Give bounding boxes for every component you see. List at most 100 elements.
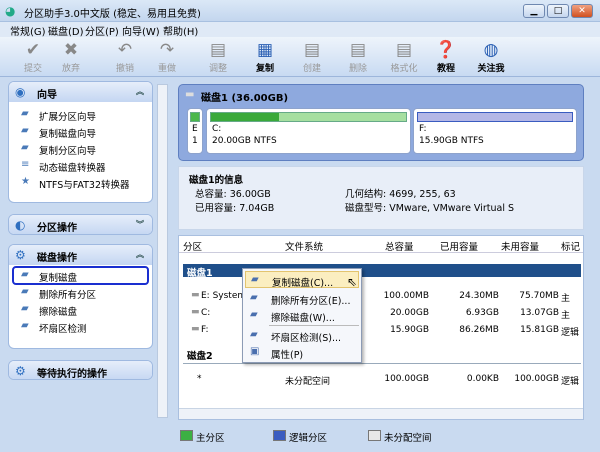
discard-button[interactable]: ✖ 放弃 [51,39,91,74]
table-cell: 20.00GB [390,308,429,318]
resize-disk-icon: ▤ [209,40,227,60]
sidebar-item-delete-all[interactable]: ▰ 删除所有分区 [9,284,152,301]
wipe-disk-icon: ▰ [21,303,29,314]
table-row[interactable]: * 未分配空间 100.00GB 0.00KB 100.00GB 逻辑 [179,371,583,387]
horizontal-scrollbar[interactable] [179,408,583,419]
tutorial-button[interactable]: ❓ 教程 [426,39,466,74]
menu-partition[interactable]: 分区(P) [85,23,119,38]
legend-primary: 主分区 [180,430,225,444]
table-row[interactable]: ▬ F: 15.90GB 86.26MB 15.81GB 逻辑 [179,322,583,338]
menu-disk[interactable]: 磁盘(D) [48,23,84,38]
close-button[interactable]: ✕ [571,4,593,18]
disk-map: ▬ 磁盘1 (36.00GB) E1 C: 20.00GB NTFS F: 15.9… [178,84,584,161]
table-cell: 15.81GB [520,325,559,335]
disk-icon: ▰ [21,125,29,136]
table-cell: 未分配空间 [285,377,331,387]
partition-block-e[interactable]: E1 [187,108,203,154]
check-disk-icon: ▰ [250,329,258,340]
sidebar-item-bad-sector[interactable]: ▰ 坏扇区检测 [9,318,152,335]
partition-icon: ▬ [191,290,200,300]
menu-bar: 常规(G) 磁盘(D) 分区(P) 向导(W) 帮助(H) [0,22,600,38]
sidebar-item-dynamic-disk[interactable]: ≡ 动态磁盘转换器 [9,157,152,174]
context-menu: ▰ 复制磁盘(C)... ▰ 删除所有分区(E)... ▰ 擦除磁盘(W)... ▰ 坏… [242,268,362,363]
disk-map-title: 磁盘1 (36.00GB) [201,93,289,104]
copy-disk-icon: ▦ [256,40,274,60]
star-disk-icon: ★ [21,176,30,187]
table-cell: 主 [561,311,571,321]
window-title: 分区助手3.0中文版 (稳定、易用且免费) [24,9,201,20]
table-cell: 86.26MB [459,325,499,335]
x-icon: ✖ [63,40,79,60]
resize-button[interactable]: ▤ 调整 [198,39,238,74]
collapse-icon[interactable]: ︽ [136,249,144,260]
partition-table: 分区 文件系统 总容量 已用容量 未用容量 标记 磁盘1 ▬ E: System 1… [178,235,584,420]
toolbar: ✔ 提交 ✖ 放弃 ↶ 撤销 ↷ 重做 ▤ 调整 ▦ 复制 ▤ 创建 ▤ 删除 ▤ 格式化 ❓ 教程… [0,37,600,77]
table-cell: F: [201,325,209,335]
hdd-icon: ▬ [185,89,195,100]
redo-icon: ↷ [159,40,175,60]
check-icon: ✔ [25,40,41,60]
legend-logical: 逻辑分区 [273,430,327,444]
info-geometry: 几何结构: 4699, 255, 63 [345,189,456,200]
follow-button[interactable]: ◍ 关注我 [471,39,511,74]
menu-item-copy-disk[interactable]: ▰ 复制磁盘(C)... [245,271,359,289]
sidebar-item-copy-disk[interactable]: ▰ 复制磁盘 [12,266,149,285]
check-disk-icon: ▰ [21,320,29,331]
sidebar-item-extend-wizard[interactable]: ▰ 扩展分区向导 [9,106,152,123]
minimize-button[interactable]: ▁ [523,4,545,18]
sidebar-item-copy-disk-wizard[interactable]: ▰ 复制磁盘向导 [9,123,152,140]
pending-ops-panel: ⚙ 等待执行的操作 [8,360,153,380]
title-bar: ◕ 分区助手3.0中文版 (稳定、易用且免费) ▁ □ ✕ [0,0,600,22]
pending-ops-header[interactable]: ⚙ 等待执行的操作 [9,361,152,379]
table-row[interactable]: ▬ E: System 100.00MB 24.30MB 75.70MB 主 [179,288,583,304]
table-cell: 6.93GB [465,308,499,318]
collapse-icon[interactable]: ︽ [136,86,144,97]
delete-button[interactable]: ▤ 删除 [338,39,378,74]
mouse-cursor-icon: ⇖ [347,275,358,289]
menu-item-properties[interactable]: ▣ 属性(P) [245,344,359,361]
app-icon: ◕ [5,4,16,18]
undo-button[interactable]: ↶ 撤销 [105,39,145,74]
globe-icon: ◍ [483,40,499,60]
sidebar-item-ntfs-fat32[interactable]: ★ NTFS与FAT32转换器 [9,174,152,191]
menu-help[interactable]: 帮助(H) [163,23,198,38]
format-button[interactable]: ▤ 格式化 [384,39,424,74]
table-cell: * [197,374,202,384]
copy-disk-icon: ▰ [21,269,29,280]
menu-general[interactable]: 常规(G) [10,23,46,38]
copy-button[interactable]: ▦ 复制 [245,39,285,74]
wizard-header[interactable]: ◉ 向导 ︽ [9,82,152,102]
delete-disk-icon: ▰ [250,292,258,303]
menu-item-delete-all[interactable]: ▰ 删除所有分区(E)... [245,290,359,307]
sidebar-item-wipe-disk[interactable]: ▰ 擦除磁盘 [9,301,152,318]
sidebar-item-copy-partition-wizard[interactable]: ▰ 复制分区向导 [9,140,152,157]
wipe-disk-icon: ▰ [250,309,258,320]
table-row[interactable]: ▬ C: 20.00GB 6.93GB 13.07GB 主 [179,305,583,321]
properties-icon: ▣ [250,346,260,357]
table-header: 分区 文件系统 总容量 已用容量 未用容量 标记 [179,236,583,253]
copy-disk-icon: ▰ [251,274,259,285]
create-button[interactable]: ▤ 创建 [292,39,332,74]
format-disk-icon: ▤ [395,40,413,60]
commit-button[interactable]: ✔ 提交 [13,39,53,74]
create-disk-icon: ▤ [303,40,321,60]
menu-wizard[interactable]: 向导(W) [122,23,160,38]
table-cell: 100.00GB [384,374,429,384]
redo-button[interactable]: ↷ 重做 [147,39,187,74]
expand-icon[interactable]: ︾ [136,219,144,230]
maximize-button[interactable]: □ [547,4,569,18]
disk-icon: ▰ [21,142,29,153]
disk2-row[interactable]: 磁盘2 [187,348,213,362]
menu-item-wipe-disk[interactable]: ▰ 擦除磁盘(W)... [245,307,359,324]
partition-block-c[interactable]: C: 20.00GB NTFS [206,108,411,154]
wizard-icon: ◉ [15,85,26,99]
help-icon: ❓ [435,40,457,60]
disk-ops-header[interactable]: ⚙ 磁盘操作 ︽ [9,245,152,265]
sidebar-scrollbar[interactable] [157,84,168,418]
partition-block-f[interactable]: F: 15.90GB NTFS [413,108,577,154]
partition-ops-header[interactable]: ◐ 分区操作 ︾ [9,215,152,234]
delete-disk-icon: ▰ [21,286,29,297]
undo-icon: ↶ [117,40,133,60]
info-title: 磁盘1的信息 [189,175,244,186]
menu-item-bad-sector[interactable]: ▰ 坏扇区检测(S)... [245,327,359,344]
